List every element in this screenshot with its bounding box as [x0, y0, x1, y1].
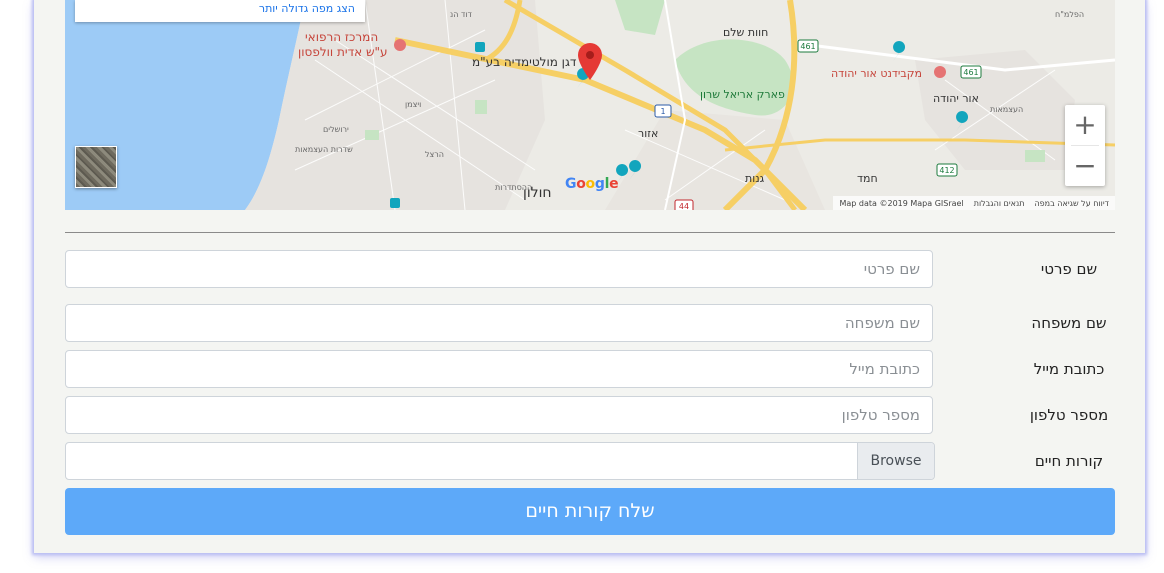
form-card: 461 461 412 1 44 המרכז הרפואי ע"ש אדית ו… [34, 0, 1145, 553]
road-shield-461a: 461 [800, 42, 815, 51]
map-label-street: הפלמ"ח [1055, 10, 1085, 19]
road-shield-412: 412 [939, 166, 954, 175]
submit-cv-button[interactable]: שלח קורות חיים [65, 488, 1115, 535]
zoom-control: + − [1065, 105, 1105, 186]
map-label-street: ההסתדרות [495, 183, 533, 192]
map-label-street: העצמאות [990, 105, 1024, 114]
email-field[interactable] [65, 350, 933, 388]
larger-map-box: הצג מפה גדולה יותר [75, 0, 365, 22]
map-label-wolfson: ע"ש אדית וולפסון [298, 45, 388, 59]
zoom-out-button[interactable]: − [1065, 146, 1105, 186]
map-footer: דיווח על שגיאה במפה תנאים והגבלות Map da… [833, 196, 1115, 210]
phone-field[interactable] [65, 396, 933, 434]
map-label-street: שדרות העצמאות [295, 145, 353, 154]
report-map-error-link[interactable]: דיווח על שגיאה במפה [1034, 199, 1109, 208]
section-divider [65, 232, 1115, 233]
map-label-street: דוד הנ [450, 10, 472, 19]
cv-file-input[interactable]: Browse [65, 442, 935, 480]
phone-label: מספר טלפון [1029, 406, 1109, 424]
map-label-medical-center: המרכז הרפואי [305, 30, 379, 44]
embedded-map[interactable]: 461 461 412 1 44 המרכז הרפואי ע"ש אדית ו… [65, 0, 1115, 210]
map-label-street: הרצל [425, 150, 445, 159]
road-shield-44: 44 [679, 202, 689, 210]
map-label-azor: אזור [638, 127, 659, 140]
browse-button[interactable]: Browse [857, 443, 934, 479]
email-label: כתובת מייל [1033, 360, 1105, 378]
first-name-field[interactable] [65, 250, 933, 288]
last-name-field[interactable] [65, 304, 933, 342]
map-label-mcdonalds: מקבידנט אור יהודה [831, 67, 923, 80]
road-shield-461b: 461 [963, 68, 978, 77]
map-label-park: פארק אריאל שרון [700, 88, 785, 101]
cv-label: קורות חיים [1034, 452, 1104, 470]
map-label-marker: דגן מולטימדיה בע"מ [472, 55, 577, 69]
map-label-hovot-shalom: חוות שלם [723, 26, 769, 39]
map-label-street: ירושלים [323, 125, 349, 134]
google-logo: Google [565, 176, 619, 192]
map-label-or-yehuda: אור יהודה [933, 92, 979, 105]
map-data-attribution: Map data ©2019 Mapa GISrael [839, 198, 964, 208]
road-shield-1: 1 [660, 107, 665, 116]
first-name-label: שם פרטי [1040, 260, 1098, 278]
map-label-street: ויצמן [405, 100, 422, 109]
view-larger-map-link[interactable]: הצג מפה גדולה יותר [259, 2, 355, 15]
satellite-view-toggle[interactable] [75, 146, 117, 188]
zoom-in-button[interactable]: + [1065, 105, 1105, 145]
map-label-ganot: גנות [745, 172, 765, 185]
last-name-label: שם משפחה [1031, 314, 1107, 332]
terms-link[interactable]: תנאים והגבלות [974, 199, 1025, 208]
map-label-hamad: חמד [857, 172, 878, 185]
